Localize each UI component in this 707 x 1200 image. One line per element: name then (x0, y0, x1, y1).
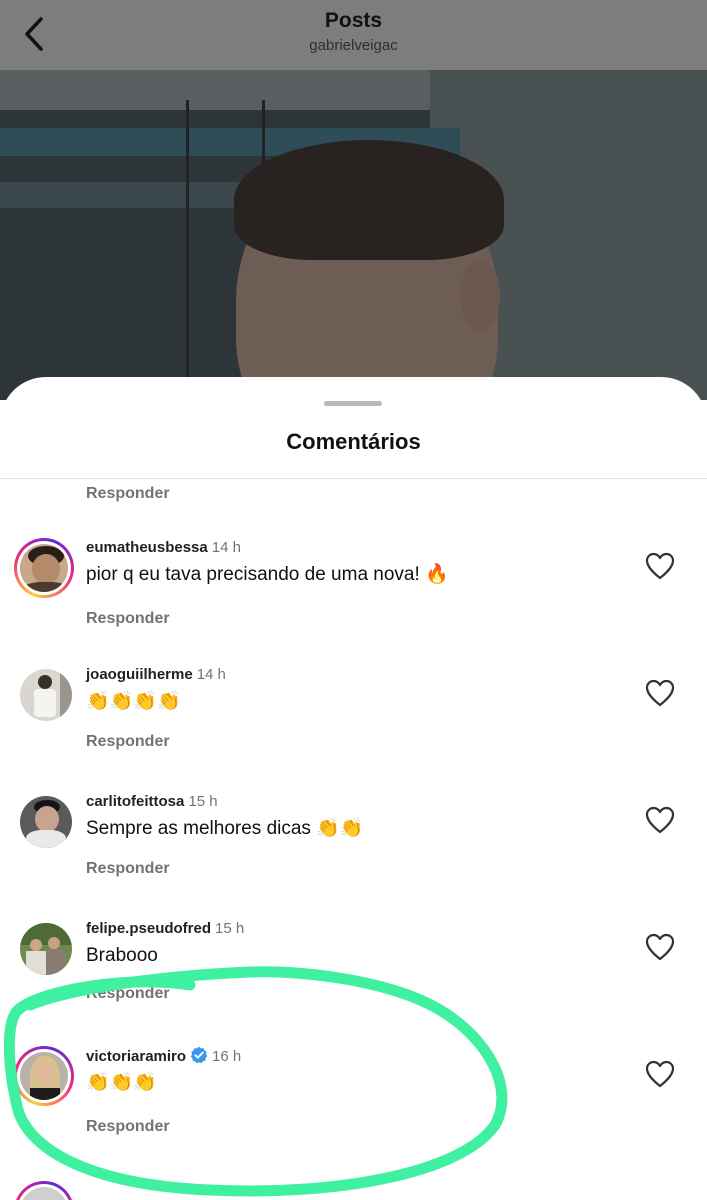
avatar[interactable] (20, 669, 72, 721)
comment-time: 14 h (211, 539, 241, 556)
comment-username[interactable]: victoriaramiro (86, 1048, 186, 1065)
comment-text: 👏👏👏 (86, 1072, 157, 1093)
reply-button[interactable]: Responder (86, 610, 170, 628)
avatar[interactable] (20, 923, 72, 975)
avatar[interactable] (14, 1046, 74, 1106)
heart-icon[interactable] (645, 679, 675, 707)
photo-frame-line (186, 100, 189, 400)
sheet-divider (0, 478, 707, 479)
avatar[interactable] (14, 1181, 74, 1200)
comment-username[interactable]: joaoguiilherme (86, 666, 193, 683)
comment-time: 15 h (215, 920, 245, 937)
photo-hair (234, 140, 504, 260)
verified-badge-icon (190, 1046, 208, 1064)
comment-username[interactable]: carlitofeittosa (86, 793, 184, 810)
comment-time: 16 h (212, 1048, 242, 1065)
photo-ear (460, 260, 500, 330)
top-header: Posts gabrielveigac (0, 0, 707, 70)
heart-icon[interactable] (645, 806, 675, 834)
heart-icon[interactable] (645, 1060, 675, 1088)
reply-button[interactable]: Responder (86, 985, 170, 1003)
comment-item: carlitofeittosa 15 h Sempre as melhores d… (0, 792, 707, 902)
comment-item: victoriaramiro 16 h 👏👏👏 Responder (0, 1046, 707, 1156)
comments-sheet: Comentários Responder eumatheusbessa 14 h… (0, 377, 707, 1200)
comment-item: felipe.pseudofred 15 h Brabooo Responder (0, 919, 707, 1029)
sheet-title: Comentários (286, 429, 421, 454)
comment-text: Sempre as melhores dicas 👏👏 (86, 818, 364, 839)
header-titles: Posts gabrielveigac (0, 8, 707, 56)
header-username[interactable]: gabrielveigac (0, 36, 707, 56)
comment-header: joaoguiilherme 14 h (86, 665, 226, 685)
reply-button[interactable]: Responder (86, 860, 170, 878)
comment-time: 15 h (188, 793, 218, 810)
heart-icon[interactable] (645, 933, 675, 961)
comment-header: victoriaramiro 16 h (86, 1046, 241, 1067)
page-title: Posts (324, 9, 383, 32)
comment-header: eumatheusbessa 14 h (86, 538, 241, 558)
comment-item: eumatheusbessa 14 h pior q eu tava precis… (0, 538, 707, 648)
comment-header: carlitofeittosa 15 h (86, 792, 218, 812)
comment-item: joaoguiilherme 14 h 👏👏👏👏 Responder (0, 665, 707, 775)
avatar[interactable] (14, 538, 74, 598)
reply-button[interactable]: Responder (86, 1118, 170, 1136)
reply-button[interactable]: Responder (86, 733, 170, 751)
heart-icon[interactable] (645, 552, 675, 580)
comment-username[interactable]: eumatheusbessa (86, 539, 208, 556)
comment-time: 14 h (196, 666, 226, 683)
comment-text: pior q eu tava precisando de uma nova! 🔥 (86, 564, 449, 585)
comment-text: 👏👏👏👏 (86, 691, 181, 712)
comment-username[interactable]: felipe.pseudofred (86, 920, 211, 937)
post-photo (0, 70, 707, 400)
comment-text: Brabooo (86, 945, 158, 966)
sheet-grabber[interactable] (324, 401, 382, 406)
comment-header: felipe.pseudofred 15 h (86, 919, 244, 939)
avatar[interactable] (20, 796, 72, 848)
reply-button[interactable]: Responder (86, 485, 170, 503)
